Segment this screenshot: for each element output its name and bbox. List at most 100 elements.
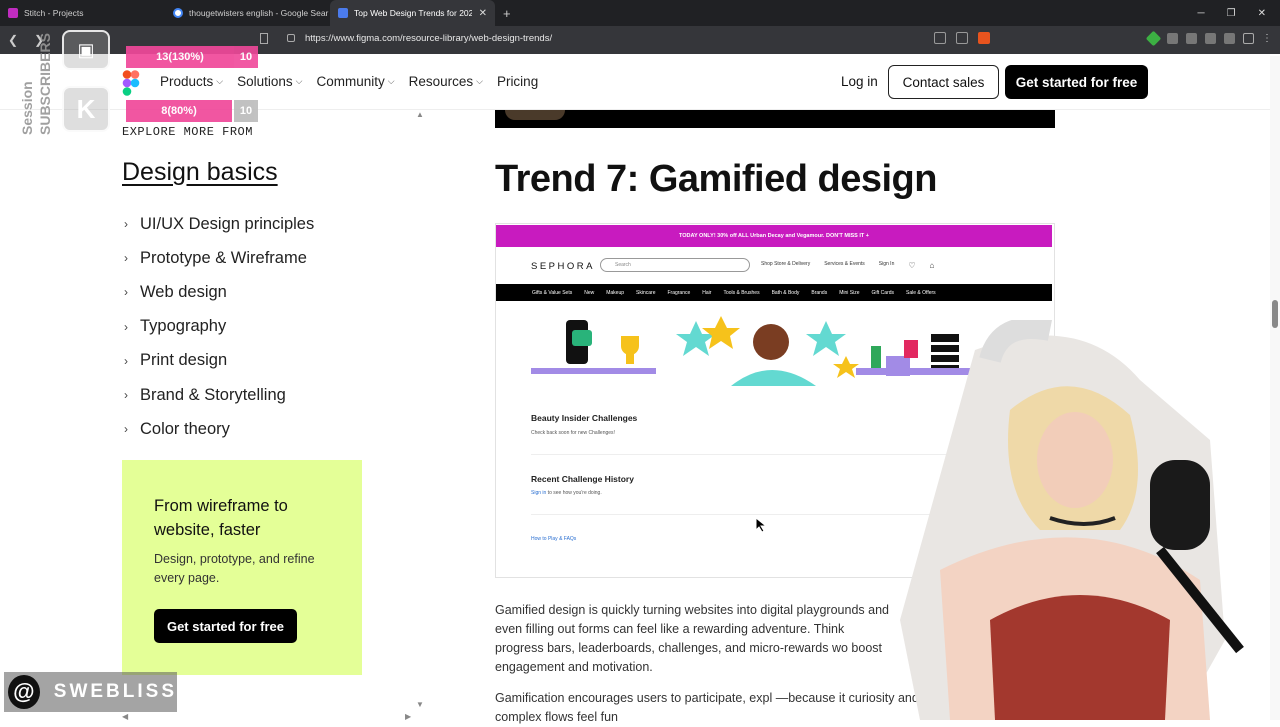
mouse-cursor-icon (755, 517, 768, 533)
kick-icon: K (62, 86, 110, 132)
close-tab-icon[interactable]: ✕ (479, 8, 487, 19)
sidebar-item[interactable]: › Web design (124, 275, 314, 309)
extension-icon[interactable] (1167, 33, 1178, 44)
sephora-promo-bar: TODAY ONLY! 30% off ALL Urban Decay and … (496, 225, 1052, 247)
menu-solutions[interactable]: Solutions ⌵ (237, 74, 302, 89)
menu-resources[interactable]: Resources ⌵ (409, 74, 483, 89)
promo-get-started-button[interactable]: Get started for free (154, 609, 297, 643)
sidebar-item[interactable]: › Color theory (124, 412, 314, 446)
sephora-links: Shop Store & Delivery Services & Events … (761, 261, 934, 270)
login-link[interactable]: Log in (841, 74, 878, 89)
reader-icon[interactable] (934, 32, 946, 44)
sephora-search: Search (600, 258, 750, 272)
challenges-title: Beauty Insider Challenges (531, 413, 638, 423)
share-icon[interactable] (956, 32, 968, 44)
sephora-nav-item: Bath & Body (771, 289, 800, 296)
menu-label: Solutions (237, 74, 293, 89)
sidebar-item[interactable]: › Prototype & Wireframe (124, 241, 314, 275)
explore-label: EXPLORE MORE FROM (122, 125, 253, 139)
menu-label: Products (160, 74, 214, 89)
streamer-handle: SWEBLISS (53, 681, 177, 702)
sephora-nav-item: Skincare (636, 289, 656, 296)
menu-icon[interactable]: ⋮ (1262, 33, 1272, 44)
sidebar-item-label: Print design (140, 351, 228, 370)
design-basics-list: › UI/UX Design principles › Prototype & Wi… (124, 207, 314, 446)
menu-label: Pricing (496, 74, 539, 89)
address-actions (934, 32, 990, 44)
tab-figma-active[interactable]: Top Web Design Trends for 2026 ✕ (330, 0, 495, 26)
window-controls: ─ ❐ ✕ (1198, 0, 1280, 26)
sidebar-item-label: Brand & Storytelling (140, 385, 286, 404)
tab-stitch[interactable]: Stitch - Projects (0, 0, 165, 26)
sephora-nav-item: Gift Cards (871, 289, 895, 296)
tab-google[interactable]: thougetwisters english - Google Sear (165, 0, 330, 26)
chevron-down-icon: ⌵ (387, 76, 395, 86)
sephora-nav-item: Fragrance (667, 289, 691, 296)
sephora-nav-item: Makeup (606, 289, 625, 296)
scroll-up-icon[interactable]: ▲ (416, 110, 424, 119)
trend-heading: Trend 7: Gamified design (495, 158, 937, 200)
site-info-icon[interactable] (287, 34, 295, 42)
brave-shield-icon[interactable] (978, 32, 990, 44)
sidebar-icon[interactable] (1243, 33, 1254, 44)
main-menu: Products ⌵ Solutions ⌵ Community ⌵ Resource… (160, 74, 538, 89)
scroll-down-icon[interactable]: ▼ (416, 700, 424, 709)
browser-tab-bar: Stitch - Projects thougetwisters english… (0, 0, 1280, 26)
basket-icon: ⌂ (929, 261, 935, 270)
chevron-right-icon: › (124, 353, 128, 368)
menu-community[interactable]: Community ⌵ (316, 74, 394, 89)
sidebar-item[interactable]: › Typography (124, 310, 314, 344)
sidebar-item-label: UI/UX Design principles (140, 214, 315, 233)
sidebar-item-label: Color theory (140, 419, 230, 438)
sephora-link: Shop Store & Delivery (761, 261, 811, 267)
puzzle-icon[interactable] (1205, 33, 1216, 44)
extension-green-icon[interactable] (1145, 30, 1162, 47)
sidebar-item[interactable]: › Brand & Storytelling (124, 378, 314, 412)
menu-products[interactable]: Products ⌵ (160, 74, 223, 89)
previous-trend-image (495, 110, 1055, 128)
figma-logo-icon[interactable] (122, 70, 140, 96)
heart-icon: ♡ (908, 261, 916, 270)
url-field[interactable]: https://www.figma.com/resource-library/w… (305, 33, 552, 44)
wallet-icon[interactable] (1224, 33, 1235, 44)
tab-title: Stitch - Projects (24, 8, 84, 18)
chevron-right-icon: › (124, 388, 128, 403)
google-favicon-icon (173, 8, 183, 18)
promo-body: Design, prototype, and refine every page… (154, 552, 315, 585)
chevron-right-icon: › (124, 251, 128, 266)
sidebar-item-label: Typography (140, 317, 227, 336)
new-tab-button[interactable]: + (495, 6, 519, 21)
bookmark-icon[interactable] (260, 33, 268, 44)
sign-in-link: Sign in (531, 490, 547, 496)
sephora-nav-item: Tools & Brushes (723, 289, 760, 296)
sephora-nav-item: Hair (702, 289, 712, 296)
twitch-icon: ▣ (62, 30, 110, 70)
sidebar-item-label: Web design (140, 282, 227, 301)
extension-icon[interactable] (1186, 33, 1197, 44)
contact-sales-button[interactable]: Contact sales (888, 65, 999, 99)
streamer-webcam (900, 320, 1244, 720)
design-basics-link[interactable]: Design basics (122, 158, 278, 187)
threads-handle-overlay: @ SWEBLISS (4, 672, 177, 712)
menu-label: Community (316, 74, 385, 89)
figma-favicon-icon (338, 8, 348, 18)
how-to-play-link: How to Play & FAQs (531, 536, 577, 542)
extensions-bar: ⋮ (1145, 30, 1272, 47)
minimize-icon[interactable]: ─ (1198, 8, 1205, 19)
get-started-button[interactable]: Get started for free (1005, 65, 1148, 99)
sephora-nav-item: Sale & Offers (906, 289, 936, 296)
sephora-link: Services & Events (824, 261, 865, 267)
sub-goal-target-1: 10 (234, 46, 258, 68)
sephora-nav-item: Brands (811, 289, 828, 296)
sidebar-item[interactable]: › Print design (124, 344, 314, 378)
close-window-icon[interactable]: ✕ (1258, 8, 1266, 19)
chevron-down-icon: ⌵ (295, 76, 303, 86)
sidebar-item[interactable]: › UI/UX Design principles (124, 207, 314, 241)
chevron-down-icon: ⌵ (216, 76, 224, 86)
sephora-nav-item: Mini Size (839, 289, 860, 296)
promo-title: From wireframe to website, faster (154, 497, 288, 539)
sub-goal-bar-2: 8(80%) (126, 100, 232, 122)
chevron-right-icon: › (124, 422, 128, 437)
menu-pricing[interactable]: Pricing (497, 74, 538, 89)
restore-icon[interactable]: ❐ (1227, 8, 1236, 19)
